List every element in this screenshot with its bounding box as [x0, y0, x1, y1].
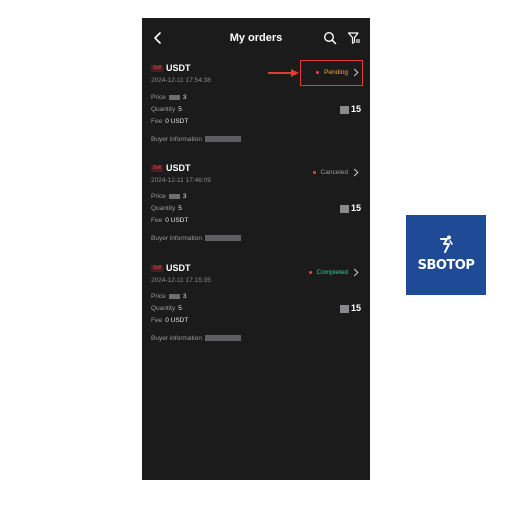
quantity-label: Quantity — [151, 305, 176, 312]
price-label: Price — [151, 193, 166, 200]
redacted-block — [168, 94, 180, 100]
status-label[interactable]: Canceled — [312, 169, 348, 176]
quantity-value: 5 — [178, 106, 182, 113]
redacted-block — [339, 204, 349, 213]
price-label: Price — [151, 94, 166, 101]
chevron-right-icon[interactable] — [353, 268, 359, 277]
annotation-arrow — [268, 72, 292, 74]
sell-badge: Sell — [151, 65, 164, 72]
order-datetime: 2024-12-11 17:46:09 — [151, 177, 211, 184]
quantity-value: 5 — [178, 305, 182, 312]
status-text: Completed — [316, 269, 348, 276]
price-row: Price 3 — [151, 293, 186, 300]
order-datetime: 2024-12-11 17:54:38 — [151, 77, 211, 84]
sell-badge: Sell — [151, 165, 164, 172]
amount-value: 15 — [350, 203, 361, 213]
order-card[interactable]: Sell USDT 2024-12-11 17:46:09 Canceled P… — [142, 118, 370, 242]
coin-name: USDT — [166, 163, 191, 173]
amount-value: 15 — [350, 303, 361, 313]
order-datetime: 2024-12-11 17:15:35 — [151, 277, 211, 284]
coin-name: USDT — [166, 63, 191, 73]
status-label[interactable]: Completed — [308, 269, 348, 276]
status-dot — [308, 270, 312, 274]
quantity-label: Quantity — [151, 106, 176, 113]
quantity-value: 5 — [178, 205, 182, 212]
buyer-row: Buyer information — [151, 335, 241, 342]
annotation-highlight-box — [300, 60, 363, 86]
price-value: 3 — [182, 94, 187, 101]
runner-icon — [440, 235, 453, 253]
redacted-block — [204, 335, 241, 342]
redacted-block — [339, 304, 349, 313]
fee-label: Fee — [151, 317, 163, 324]
fee-value: 0 USDT — [165, 317, 189, 324]
price-value: 3 — [182, 193, 187, 200]
coin-name: USDT — [166, 263, 191, 273]
buyer-label: Buyer information — [151, 335, 202, 342]
amount-row: 15 — [339, 303, 361, 313]
amount-row: 15 — [339, 104, 361, 114]
quantity-row: Quantity 5 — [151, 305, 182, 312]
annotation-arrow-head — [291, 69, 299, 77]
chevron-right-icon[interactable] — [353, 168, 359, 177]
amount-value: 15 — [350, 104, 361, 114]
price-row: Price 3 — [151, 193, 186, 200]
quantity-row: Quantity 5 — [151, 205, 182, 212]
amount-row: 15 — [339, 203, 361, 213]
app-screen: My orders Sell USDT 2024-12-11 17:54:38 … — [142, 18, 370, 480]
redacted-block — [168, 293, 180, 299]
status-dot — [312, 170, 316, 174]
sell-badge: Sell — [151, 265, 164, 272]
price-value: 3 — [182, 293, 187, 300]
sbotop-logo: SBOTOP — [406, 215, 486, 295]
quantity-label: Quantity — [151, 205, 176, 212]
redacted-block — [339, 105, 349, 114]
order-card[interactable]: Sell USDT 2024-12-11 17:15:35 Completed … — [142, 218, 370, 342]
quantity-row: Quantity 5 — [151, 106, 182, 113]
logo-text: SBOTOP — [417, 258, 475, 273]
redacted-block — [168, 193, 180, 199]
price-label: Price — [151, 293, 166, 300]
price-row: Price 3 — [151, 94, 186, 101]
status-text: Canceled — [320, 169, 348, 176]
fee-row: Fee 0 USDT — [151, 317, 188, 324]
